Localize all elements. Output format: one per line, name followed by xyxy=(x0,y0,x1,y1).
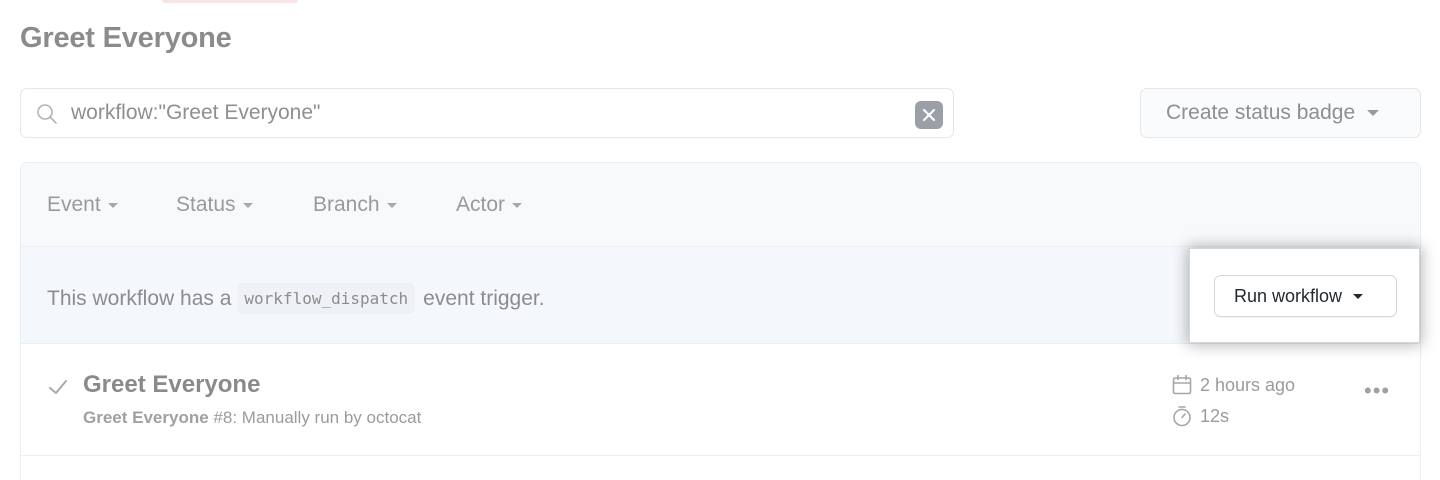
active-tab-indicator xyxy=(162,0,298,3)
run-workflow-label: Run workflow xyxy=(1234,285,1343,306)
status-filter-label: Status xyxy=(176,193,236,216)
create-status-badge-label: Create status badge xyxy=(1166,101,1356,124)
dispatch-message: This workflow has a workflow_dispatch ev… xyxy=(47,283,545,314)
check-icon xyxy=(49,380,67,394)
chevron-down-icon xyxy=(242,202,253,208)
actor-filter[interactable]: Actor xyxy=(456,193,523,217)
filter-bar: Event Status Branch Actor xyxy=(21,163,1420,247)
dispatch-event-code: workflow_dispatch xyxy=(237,283,416,314)
run-actor[interactable]: octocat xyxy=(367,408,422,427)
close-icon xyxy=(922,108,936,122)
dispatch-prefix: This workflow has a xyxy=(47,286,232,310)
run-workflow-button[interactable]: Run workflow xyxy=(1214,275,1397,317)
search-bar[interactable]: workflow:"Greet Everyone" xyxy=(20,88,954,138)
actor-filter-label: Actor xyxy=(456,193,506,216)
run-workflow-name: Greet Everyone xyxy=(83,408,209,427)
dispatch-suffix: event trigger. xyxy=(423,286,545,310)
event-filter[interactable]: Event xyxy=(47,193,118,217)
branch-filter[interactable]: Branch xyxy=(313,193,397,217)
chevron-down-icon xyxy=(512,202,523,208)
run-time: 2 hours ago xyxy=(1171,374,1295,396)
clear-search-button[interactable] xyxy=(915,101,943,129)
event-filter-label: Event xyxy=(47,193,101,216)
run-title[interactable]: Greet Everyone xyxy=(83,371,260,399)
stopwatch-icon xyxy=(1173,406,1191,427)
run-duration-value: 12s xyxy=(1200,405,1230,426)
chevron-down-icon xyxy=(1353,293,1364,299)
workflow-run-row[interactable]: Greet Everyone Greet Everyone #8: Manual… xyxy=(21,344,1420,456)
calendar-icon xyxy=(1172,374,1192,395)
more-options-icon[interactable]: ••• xyxy=(1364,378,1390,404)
status-filter[interactable]: Status xyxy=(176,193,253,217)
create-status-badge-button[interactable]: Create status badge xyxy=(1140,88,1421,138)
chevron-down-icon xyxy=(1367,110,1380,116)
run-description: Greet Everyone #8: Manually run by octoc… xyxy=(83,408,421,428)
run-number: #8 xyxy=(213,408,233,427)
chevron-down-icon xyxy=(107,202,118,208)
run-trigger-text: : Manually run by xyxy=(232,408,362,427)
search-icon xyxy=(37,104,57,124)
run-duration: 12s xyxy=(1171,405,1229,427)
search-input[interactable]: workflow:"Greet Everyone" xyxy=(71,101,321,125)
page-title: Greet Everyone xyxy=(20,22,232,54)
branch-filter-label: Branch xyxy=(313,193,380,216)
run-time-ago: 2 hours ago xyxy=(1200,374,1296,395)
chevron-down-icon xyxy=(386,202,397,208)
run-workflow-highlight: Run workflow xyxy=(1189,248,1420,343)
